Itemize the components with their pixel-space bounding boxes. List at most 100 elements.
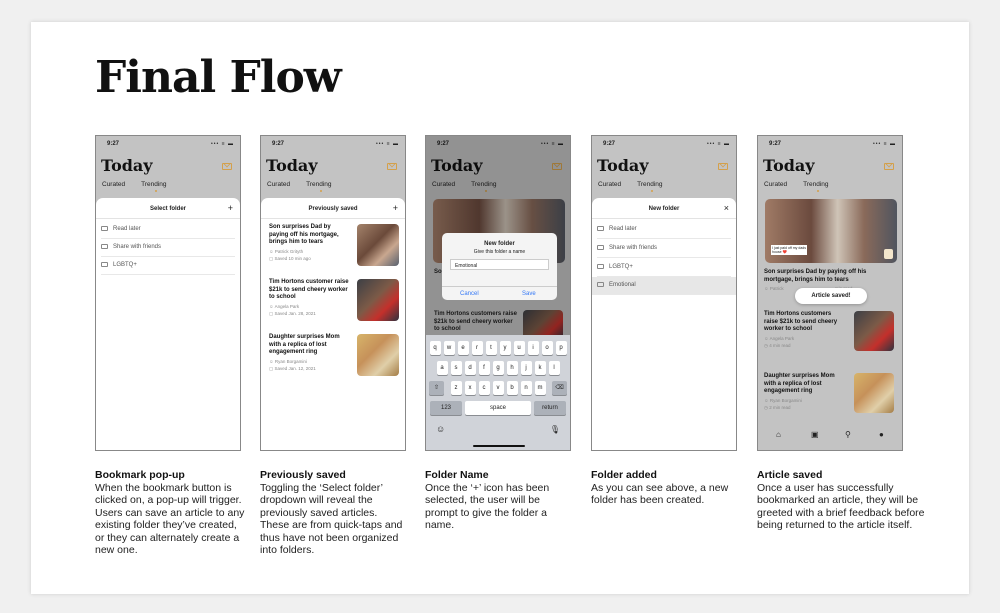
folder-row[interactable]: Read later xyxy=(597,221,731,239)
hero-image: I just paid off my dads house ❤️ xyxy=(765,199,897,263)
key[interactable]: a xyxy=(436,361,448,375)
hero-caption: I just paid off my dads house ❤️ xyxy=(771,245,807,255)
folder-row[interactable]: Share with friends xyxy=(597,240,731,258)
key[interactable]: v xyxy=(492,381,504,395)
tab-trending[interactable]: Trending xyxy=(141,181,166,188)
folder-row[interactable]: Share with friends xyxy=(101,239,235,257)
key[interactable]: k xyxy=(534,361,546,375)
tab-trending[interactable]: Trending xyxy=(637,181,662,188)
folder-label: Share with friends xyxy=(113,244,162,250)
select-folder-dropdown[interactable]: Select folder xyxy=(96,206,240,212)
key[interactable]: i xyxy=(527,341,539,355)
caption-folder-name: Folder Name Once the ‘+’ icon has been se… xyxy=(425,469,565,532)
keyboard-row: ⇧ zxcvbnm ⌫ xyxy=(426,381,570,395)
mail-icon[interactable] xyxy=(387,163,397,170)
mail-icon[interactable] xyxy=(884,163,894,170)
tab-curated[interactable]: Curated xyxy=(598,181,621,188)
key[interactable]: d xyxy=(464,361,476,375)
tab-indicator xyxy=(817,190,819,192)
status-icons: ••• ≡ ▬ xyxy=(707,141,730,147)
key[interactable]: u xyxy=(513,341,525,355)
folder-name-input[interactable]: Emotional xyxy=(450,259,549,270)
tab-bar: Curated Trending xyxy=(598,181,679,192)
caption-body: Toggling the ‘Select folder’ dropdown wi… xyxy=(260,481,403,557)
shift-key[interactable]: ⇧ xyxy=(429,381,444,395)
phone-bookmark-popup: 9:27 ••• ≡ ▬ Today Curated Trending Selec… xyxy=(95,135,241,451)
folder-label: Share with friends xyxy=(609,245,658,251)
key[interactable]: w xyxy=(443,341,455,355)
key[interactable]: l xyxy=(548,361,560,375)
key[interactable]: c xyxy=(478,381,490,395)
key[interactable]: m xyxy=(534,381,546,395)
folder-icon xyxy=(101,262,108,267)
key[interactable]: e xyxy=(457,341,469,355)
folder-icon xyxy=(597,245,604,250)
saved-article[interactable]: Son surprises Dad by paying off his mort… xyxy=(269,224,399,266)
profile-icon[interactable]: ● xyxy=(879,430,884,439)
key[interactable]: q xyxy=(429,341,441,355)
key[interactable]: j xyxy=(520,361,532,375)
library-icon[interactable]: ▣ xyxy=(811,430,819,439)
delete-key[interactable]: ⌫ xyxy=(552,381,567,395)
cancel-button[interactable]: Cancel xyxy=(460,291,479,297)
saved-article[interactable]: Tim Hortons customer raise $21k to send … xyxy=(269,279,399,321)
bookmark-sheet: Select folder + Read later Share with fr… xyxy=(96,198,240,450)
folder-row[interactable]: Read later xyxy=(101,221,235,239)
key[interactable]: b xyxy=(506,381,518,395)
tab-curated[interactable]: Curated xyxy=(267,181,290,188)
search-icon[interactable]: ⚲ xyxy=(845,430,851,439)
article-title: Tim Hortons customer raise $21k to send … xyxy=(269,279,349,300)
sheet-title: New folder xyxy=(648,206,680,212)
status-icons: ••• ≡ ▬ xyxy=(873,141,896,147)
folder-row-new[interactable]: Emotional xyxy=(592,277,736,295)
home-icon[interactable]: ⌂ xyxy=(776,430,781,439)
key[interactable]: o xyxy=(541,341,553,355)
key[interactable]: t xyxy=(485,341,497,355)
return-key[interactable]: return xyxy=(534,401,566,415)
bottom-nav: ⌂ ▣ ⚲ ● xyxy=(758,424,902,450)
key[interactable]: x xyxy=(464,381,476,395)
emoji-icon[interactable]: ☺ xyxy=(436,424,445,434)
dialog-subtitle: Give this folder a name xyxy=(473,249,526,255)
bookmark-icon[interactable] xyxy=(884,249,893,259)
app-heading: Today xyxy=(763,156,815,175)
article-item[interactable]: Daughter surprises Mom with a replica of… xyxy=(764,373,894,413)
article-thumbnail xyxy=(357,224,399,266)
folder-row[interactable]: LGBTQ+ xyxy=(101,257,235,275)
key[interactable]: h xyxy=(506,361,518,375)
phone-previously-saved: 9:27 ••• ≡ ▬ Today Curated Trending Previ… xyxy=(260,135,406,451)
key[interactable]: n xyxy=(520,381,532,395)
microphone-icon[interactable]: 🎙 xyxy=(550,425,560,434)
key[interactable]: y xyxy=(499,341,511,355)
tab-curated[interactable]: Curated xyxy=(764,181,787,188)
article-item[interactable]: Tim Hortons customers raise $21k to send… xyxy=(764,311,894,351)
mail-icon[interactable] xyxy=(222,163,232,170)
tab-bar: Curated Trending xyxy=(102,181,183,192)
tab-indicator xyxy=(320,190,322,192)
add-folder-button[interactable]: + xyxy=(228,203,233,213)
article-title: Son surprises Dad by paying off his mort… xyxy=(764,269,867,283)
folder-row[interactable]: LGBTQ+ xyxy=(597,259,731,277)
home-indicator xyxy=(473,445,525,447)
save-button[interactable]: Save xyxy=(522,291,536,297)
close-icon[interactable]: × xyxy=(724,203,729,213)
key[interactable]: z xyxy=(450,381,462,395)
saved-article[interactable]: Daughter surprises Mom with a replica of… xyxy=(269,334,399,376)
space-key[interactable]: space xyxy=(465,401,531,415)
add-folder-button[interactable]: + xyxy=(393,203,398,213)
key[interactable]: s xyxy=(450,361,462,375)
previously-saved-dropdown[interactable]: Previously saved xyxy=(261,206,405,212)
tab-trending[interactable]: Trending xyxy=(803,181,828,188)
caption-heading: Folder Name xyxy=(425,469,489,481)
key[interactable]: p xyxy=(555,341,567,355)
key[interactable]: f xyxy=(478,361,490,375)
folder-icon xyxy=(597,226,604,231)
tab-trending[interactable]: Trending xyxy=(306,181,331,188)
app-heading: Today xyxy=(101,156,153,175)
folder-label: Read later xyxy=(113,226,141,232)
tab-curated[interactable]: Curated xyxy=(102,181,125,188)
key[interactable]: g xyxy=(492,361,504,375)
mail-icon[interactable] xyxy=(718,163,728,170)
key[interactable]: r xyxy=(471,341,483,355)
numbers-key[interactable]: 123 xyxy=(430,401,462,415)
